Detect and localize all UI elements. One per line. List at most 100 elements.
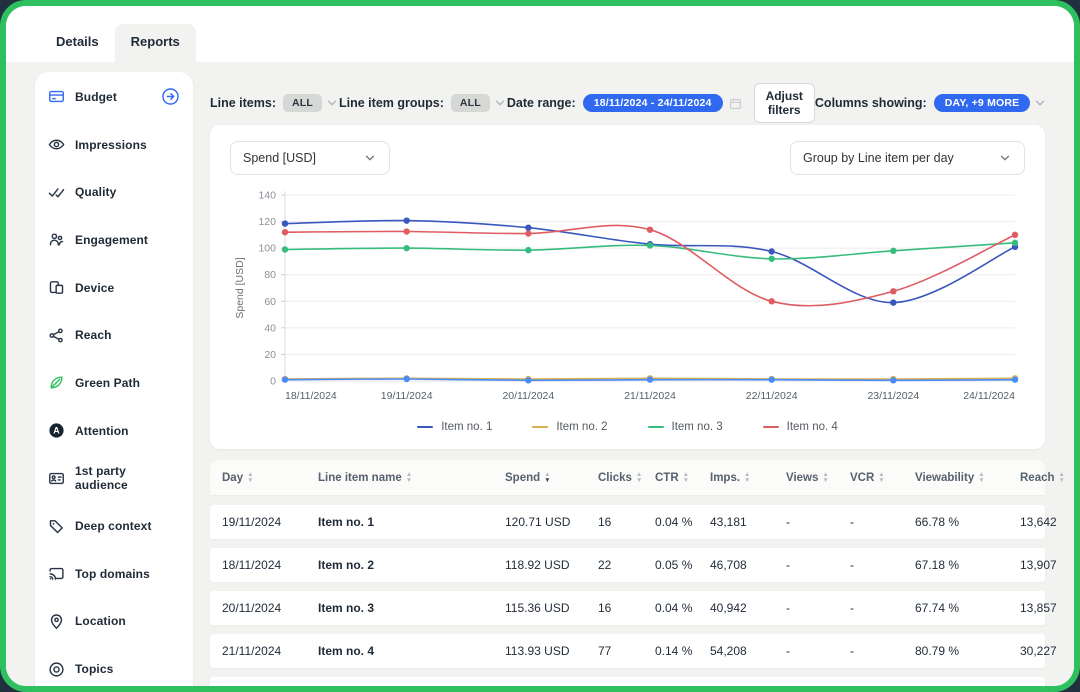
- sidebar-item-label: Engagement: [75, 233, 148, 247]
- cell-ctr: 0.05 %: [655, 558, 710, 572]
- column-label: Line item name: [318, 472, 402, 484]
- date-range-value[interactable]: 18/11/2024 - 24/11/2024: [583, 94, 723, 112]
- sort-arrows-icon[interactable]: ▲▼: [1059, 472, 1065, 483]
- sidebar-item-device[interactable]: Device: [35, 264, 193, 312]
- sidebar-item-location[interactable]: Location: [35, 598, 193, 646]
- cell-viewability: 67.74 %: [915, 601, 1020, 615]
- adjust-filters-button[interactable]: Adjust filters: [754, 83, 815, 123]
- sort-arrows-icon[interactable]: ▲▼: [406, 472, 412, 483]
- columns-showing-value[interactable]: DAY, +9 MORE: [934, 94, 1031, 112]
- legend-swatch: [417, 426, 433, 429]
- chevron-down-icon[interactable]: [325, 96, 339, 110]
- line-items-value[interactable]: ALL: [283, 94, 322, 112]
- chart-controls: Spend [USD] Group by Line item per day: [230, 141, 1025, 175]
- column-header-line-item-name[interactable]: Line item name ▲▼: [318, 472, 505, 484]
- eye-icon: [48, 136, 65, 153]
- svg-text:40: 40: [264, 322, 276, 334]
- legend-item-item-no-3[interactable]: Item no. 3: [648, 421, 723, 433]
- sidebar-item-topics[interactable]: Topics: [35, 645, 193, 692]
- column-header-views[interactable]: Views ▲▼: [786, 472, 850, 484]
- table-row: 20/11/2024Item no. 3115.36 USD160.04 %40…: [210, 591, 1045, 625]
- sidebar-item-1st-party-audience[interactable]: 1st party audience: [35, 455, 193, 503]
- svg-text:21/11/2024: 21/11/2024: [624, 390, 676, 402]
- column-header-ctr[interactable]: CTR ▲▼: [655, 472, 710, 484]
- sort-arrows-icon[interactable]: ▲▼: [822, 472, 828, 483]
- sidebar-item-attention[interactable]: AAttention: [35, 407, 193, 455]
- chevron-down-icon: [998, 151, 1012, 165]
- cell-vcr: -: [850, 515, 915, 529]
- table-row: 21/11/2024Item no. 4113.93 USD770.14 %54…: [210, 634, 1045, 668]
- cell-imps: 43,181: [710, 515, 786, 529]
- content-area: Budget Impressions Quality Engagement Device…: [6, 62, 1074, 686]
- svg-text:24/11/2024: 24/11/2024: [963, 390, 1015, 402]
- sidebar-item-label: Top domains: [75, 567, 150, 581]
- line-item-groups-value[interactable]: ALL: [451, 94, 490, 112]
- sort-arrows-icon[interactable]: ▲▼: [636, 472, 642, 483]
- open-report-arrow-icon[interactable]: [161, 87, 180, 106]
- report-sidebar: Budget Impressions Quality Engagement Device…: [35, 72, 193, 692]
- sidebar-item-deep-context[interactable]: Deep context: [35, 502, 193, 550]
- groupby-dropdown[interactable]: Group by Line item per day: [790, 141, 1025, 175]
- cell-day: 19/11/2024: [222, 515, 318, 529]
- column-header-imps[interactable]: Imps. ▲▼: [710, 472, 786, 484]
- sidebar-item-green-path[interactable]: Green Path: [35, 359, 193, 407]
- svg-text:22/11/2024: 22/11/2024: [746, 390, 798, 402]
- sidebar-item-quality[interactable]: Quality: [35, 168, 193, 216]
- column-header-day[interactable]: Day▲▼: [222, 472, 318, 484]
- svg-text:20: 20: [264, 349, 276, 361]
- column-label: Imps.: [710, 472, 740, 484]
- legend-item-item-no-1[interactable]: Item no. 1: [417, 421, 492, 433]
- date-range-label: Date range:: [507, 96, 576, 110]
- chevron-down-icon[interactable]: [1033, 96, 1047, 110]
- sidebar-item-reach[interactable]: Reach: [35, 311, 193, 359]
- column-label: Views: [786, 472, 818, 484]
- legend-label: Item no. 4: [787, 421, 838, 433]
- column-label: CTR: [655, 472, 679, 484]
- legend-item-item-no-4[interactable]: Item no. 4: [763, 421, 838, 433]
- column-header-viewability[interactable]: Viewability▲▼: [915, 472, 1020, 484]
- tab-details[interactable]: Details: [40, 24, 115, 62]
- chevron-down-icon[interactable]: [493, 96, 507, 110]
- cell-reach: 13,857: [1020, 601, 1057, 615]
- sort-arrows-icon[interactable]: ▲▼: [544, 472, 550, 483]
- table-header-row: Day▲▼Line item name▲▼Spend▲▼Clicks▲▼CTR▲…: [210, 460, 1045, 496]
- svg-text:18/11/2024: 18/11/2024: [285, 390, 337, 402]
- sort-arrows-icon[interactable]: ▲▼: [683, 472, 689, 483]
- cell-ctr: 0.04 %: [655, 515, 710, 529]
- calendar-icon[interactable]: [729, 97, 742, 110]
- tab-reports[interactable]: Reports: [115, 24, 196, 62]
- cell-vcr: -: [850, 601, 915, 615]
- metric-dropdown[interactable]: Spend [USD]: [230, 141, 390, 175]
- sort-arrows-icon[interactable]: ▲▼: [247, 472, 253, 483]
- id-card-icon: [48, 470, 65, 487]
- legend-item-item-no-2[interactable]: Item no. 2: [532, 421, 607, 433]
- sidebar-item-top-domains[interactable]: Top domains: [35, 550, 193, 598]
- cell-spend: 120.71 USD: [505, 515, 598, 529]
- column-header-vcr[interactable]: VCR▲▼: [850, 472, 915, 484]
- cell-reach: 13,642: [1020, 515, 1057, 529]
- sidebar-item-budget[interactable]: Budget: [35, 73, 193, 121]
- cell-vcr: -: [850, 644, 915, 658]
- svg-text:0: 0: [270, 376, 276, 388]
- sort-arrows-icon[interactable]: ▲▼: [744, 472, 750, 483]
- cell-reach: 30,227: [1020, 644, 1057, 658]
- legend-label: Item no. 2: [556, 421, 607, 433]
- column-header-spend[interactable]: Spend▲▼: [505, 472, 598, 484]
- sidebar-item-engagement[interactable]: Engagement: [35, 216, 193, 264]
- sidebar-item-label: 1st party audience: [75, 464, 180, 492]
- cell-clicks: 16: [598, 515, 655, 529]
- sidebar-item-label: Impressions: [75, 138, 147, 152]
- sort-arrows-icon[interactable]: ▲▼: [978, 472, 984, 483]
- svg-text:60: 60: [264, 296, 276, 308]
- app-frame: Details Reports Budget Impressions Quality…: [0, 0, 1080, 692]
- cell-views: -: [786, 644, 850, 658]
- sidebar-item-label: Budget: [75, 90, 117, 104]
- cell-day: 20/11/2024: [222, 601, 318, 615]
- column-header-reach[interactable]: Reach▲▼: [1020, 472, 1065, 484]
- sidebar-item-impressions[interactable]: Impressions: [35, 121, 193, 169]
- column-header-clicks[interactable]: Clicks▲▼: [598, 472, 655, 484]
- legend-swatch: [763, 426, 779, 429]
- table-body: 19/11/2024Item no. 1120.71 USD160.04 %43…: [210, 505, 1045, 692]
- cell-line-item-name: Item no. 4: [318, 644, 505, 658]
- sort-arrows-icon[interactable]: ▲▼: [878, 472, 884, 483]
